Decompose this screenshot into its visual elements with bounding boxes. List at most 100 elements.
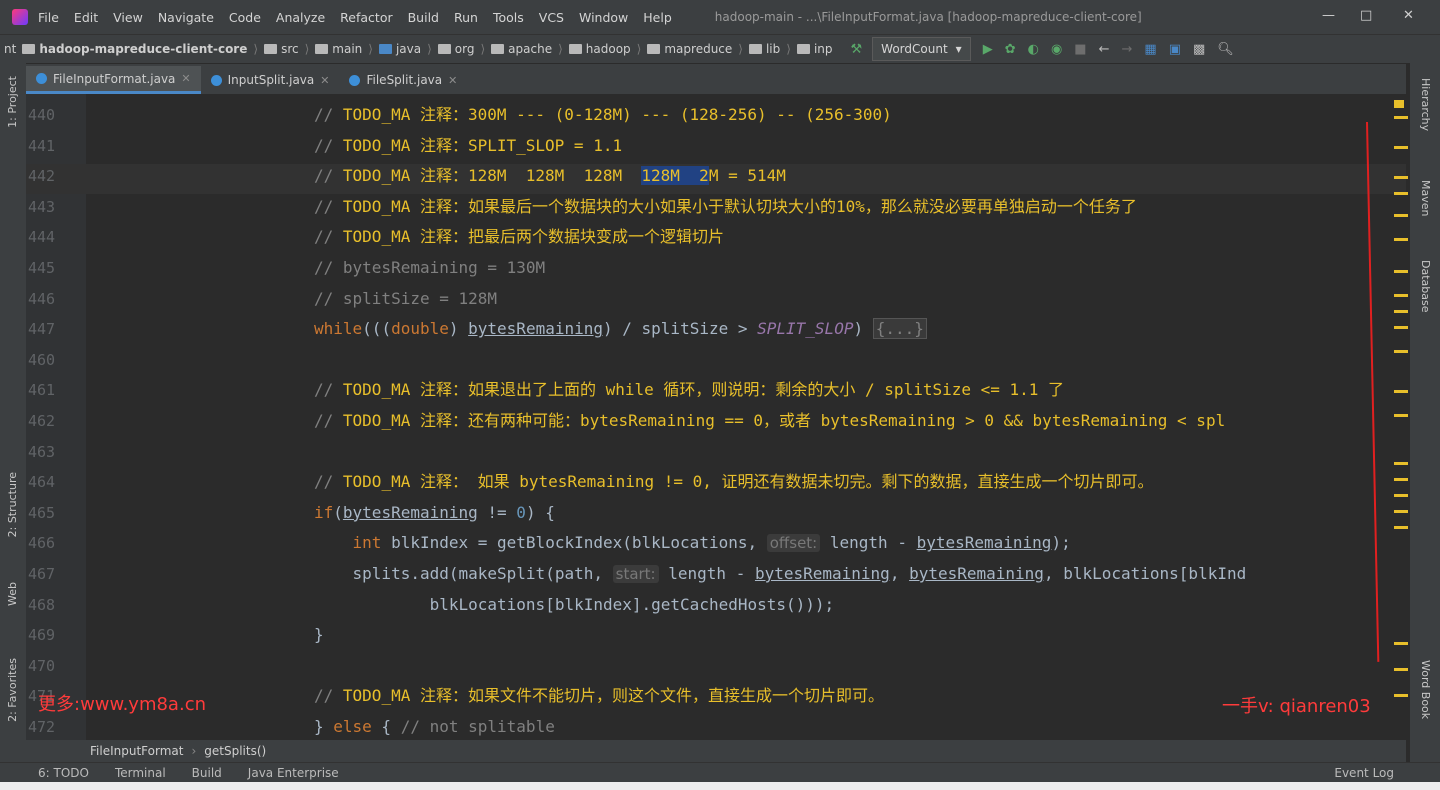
code-token: TODO_MA 注释： 如果 bytesRemaining != 0, 证明还有… [342,472,1154,492]
code-line[interactable]: // TODO_MA 注释：如果退出了上面的 while 循环，则说明：剩余的大… [314,375,1064,405]
crumb-src[interactable]: src ⟩ [264,42,309,56]
line-number: 462 [28,412,56,430]
menu-navigate[interactable]: Navigate [158,10,214,25]
menu-help[interactable]: Help [643,10,672,25]
crumb-module[interactable]: hadoop-mapreduce-client-core ⟩ [22,42,258,56]
crumb-lib[interactable]: lib ⟩ [748,42,791,56]
code-token: TODO_MA 注释：还有两种可能：bytesRemaining == 0，或者… [342,411,1226,430]
package-icon [568,44,582,54]
minimize-icon[interactable]: — [1322,8,1335,23]
crumb-java[interactable]: java ⟩ [378,42,432,56]
crumb-apache[interactable]: apache ⟩ [491,42,563,56]
code-line[interactable]: // TODO_MA 注释：还有两种可能：bytesRemaining == 0… [314,406,1225,436]
close-tab-icon[interactable]: ✕ [448,74,457,87]
error-stripe[interactable] [1392,94,1410,744]
run-configuration-select[interactable]: WordCount ▾ [872,37,971,61]
code-line[interactable]: if(bytesRemaining != 0) { [314,498,555,528]
menu-file[interactable]: File [38,10,59,25]
profile-icon[interactable]: ◉ [1051,42,1062,57]
run-icon[interactable]: ▶ [983,42,993,57]
project-structure-icon[interactable]: ▦ [1144,42,1156,57]
code-line[interactable]: // TODO_MA 注释：如果最后一个数据块的大小如果小于默认切块大小的10%… [314,192,1137,222]
line-number: 467 [28,565,56,583]
presentation-icon[interactable]: ▩ [1193,42,1205,57]
code-line[interactable]: // TODO_MA 注释：128M 128M 128M 128M 2M = 5… [314,161,786,191]
crumb-hadoop[interactable]: hadoop ⟩ [568,42,641,56]
menu-view[interactable]: View [113,10,143,25]
tool-word-book[interactable]: Word Book [1419,660,1432,719]
code-line[interactable]: int blkIndex = getBlockIndex(blkLocation… [314,528,1071,558]
build-tool-button[interactable]: Build [192,766,222,780]
maximize-icon[interactable]: □ [1360,8,1372,23]
code-line[interactable]: splits.add(makeSplit(path, start: length… [314,559,1246,589]
crumb-org[interactable]: org ⟩ [437,42,485,56]
code-line[interactable]: while(((double) bytesRemaining) / splitS… [314,314,927,344]
tool-structure[interactable]: 2: Structure [6,472,19,537]
menu-code[interactable]: Code [229,10,261,25]
code-line[interactable]: // TODO_MA 注释：如果文件不能切片，则这个文件，直接生成一个切片即可。 [314,681,884,711]
coverage-icon[interactable]: ◐ [1028,42,1039,57]
line-number: 441 [28,136,56,155]
code-token: while [314,319,363,339]
code-token: length - [658,564,755,583]
menu-tools[interactable]: Tools [493,10,524,25]
intellij-logo-icon [12,9,28,25]
line-number: 465 [28,503,56,522]
code-token: blkLocations[blkIndex].getCachedHosts())… [314,594,835,614]
code-line[interactable]: } else { // not splitable [314,712,555,742]
terminal-tool-button[interactable]: Terminal [115,766,166,780]
menu-window[interactable]: Window [579,10,628,25]
crumb-main[interactable]: main ⟩ [315,42,373,56]
menu-analyze[interactable]: Analyze [276,10,325,25]
tab-fileinputformat[interactable]: FileInputFormat.java ✕ [26,66,201,94]
menu-build[interactable]: Build [408,10,439,25]
sdk-icon[interactable]: ▣ [1169,42,1181,57]
stop-icon[interactable]: ■ [1074,42,1086,57]
line-number: 440 [28,106,56,124]
tool-favorites[interactable]: 2: Favorites [6,658,19,722]
tool-maven[interactable]: Maven [1419,180,1432,216]
code-token: } [314,625,324,645]
tool-web[interactable]: Web [6,582,19,606]
breadcrumb-method[interactable]: getSplits() [204,744,266,758]
code-line[interactable]: // TODO_MA 注释：把最后两个数据块变成一个逻辑切片 [314,222,724,252]
debug-icon[interactable]: ✿ [1005,42,1016,57]
code-token[interactable]: {...} [872,318,927,340]
code-token: TODO_MA 注释：如果最后一个数据块的大小如果小于默认切块大小的10%，那么… [342,196,1137,216]
code-line[interactable]: } [314,620,324,650]
code-line[interactable]: // TODO_MA 注释： 如果 bytesRemaining != 0, 证… [314,467,1154,497]
tool-database[interactable]: Database [1419,260,1432,313]
todo-tool-button[interactable]: 6: TODO [38,766,89,780]
menu-run[interactable]: Run [454,10,478,25]
code-token: ( [333,502,343,522]
menu-vcs[interactable]: VCS [539,10,564,25]
code-line[interactable]: // bytesRemaining = 130M [314,253,545,283]
code-line[interactable]: // TODO_MA 注释：300M --- (0-128M) --- (128… [314,100,892,130]
tool-hierarchy[interactable]: Hierarchy [1419,78,1432,131]
event-log-button[interactable]: Event Log [1334,766,1394,780]
back-icon[interactable]: ← [1099,42,1110,57]
navigation-bar: nt hadoop-mapreduce-client-core ⟩ src ⟩ ma… [0,34,1440,63]
menu-refactor[interactable]: Refactor [340,10,392,25]
forward-icon[interactable]: → [1121,42,1132,57]
menu-edit[interactable]: Edit [74,10,98,25]
close-tab-icon[interactable]: ✕ [181,72,190,85]
crumb-mapreduce[interactable]: mapreduce ⟩ [647,42,743,56]
code-token: TODO_MA 注释：如果退出了上面的 while 循环，则说明：剩余的大小 /… [342,380,1065,400]
code-line[interactable]: blkLocations[blkIndex].getCachedHosts())… [314,590,835,620]
folder-icon [264,44,278,54]
code-line[interactable]: // TODO_MA 注释：SPLIT_SLOP = 1.1 [314,131,622,161]
tab-filesplit[interactable]: FileSplit.java ✕ [339,66,467,94]
build-hammer-icon[interactable]: ⚒ [851,42,863,57]
java-enterprise-tool-button[interactable]: Java Enterprise [248,766,339,780]
search-icon[interactable]: 🔍︎ [1217,42,1234,57]
crumb-inp[interactable]: inp [796,42,833,56]
tab-inputsplit[interactable]: InputSplit.java ✕ [201,66,340,94]
code-line[interactable]: // splitSize = 128M [314,284,497,314]
tool-project[interactable]: 1: Project [6,76,19,128]
code-token: double [391,319,449,339]
close-icon[interactable]: ✕ [1403,8,1414,23]
close-tab-icon[interactable]: ✕ [320,74,329,87]
line-number: 463 [28,442,56,461]
breadcrumb-class[interactable]: FileInputFormat [90,744,183,758]
